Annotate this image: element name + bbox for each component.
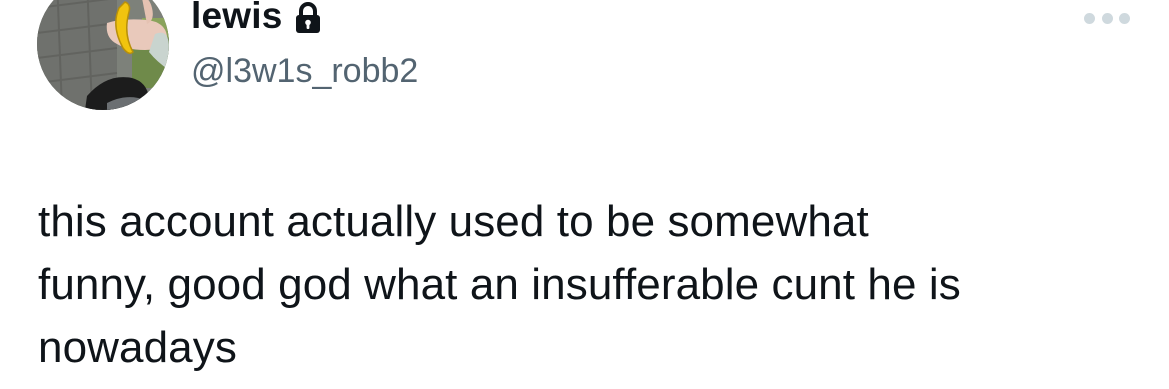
more-horizontal-icon bbox=[1119, 12, 1130, 24]
more-options-button[interactable] bbox=[1084, 6, 1130, 30]
avatar[interactable] bbox=[37, 0, 169, 110]
tweet-text-line: this account actually used to be somewha… bbox=[38, 197, 869, 246]
lock-icon bbox=[293, 1, 323, 35]
more-horizontal-icon bbox=[1084, 12, 1095, 24]
tweet-text-line: funny, good god what an insufferable cun… bbox=[38, 260, 961, 309]
author-name-row: lewis bbox=[191, 0, 323, 38]
avatar-photo bbox=[37, 0, 169, 110]
tweet-card: lewis @l3w1s_robb2 this account actually… bbox=[0, 0, 1169, 389]
user-handle[interactable]: @l3w1s_robb2 bbox=[191, 49, 418, 93]
tweet-text: this account actually used to be somewha… bbox=[38, 190, 1148, 379]
tweet-text-line: nowadays bbox=[38, 323, 237, 372]
more-horizontal-icon bbox=[1101, 12, 1113, 24]
display-name[interactable]: lewis bbox=[191, 0, 283, 38]
